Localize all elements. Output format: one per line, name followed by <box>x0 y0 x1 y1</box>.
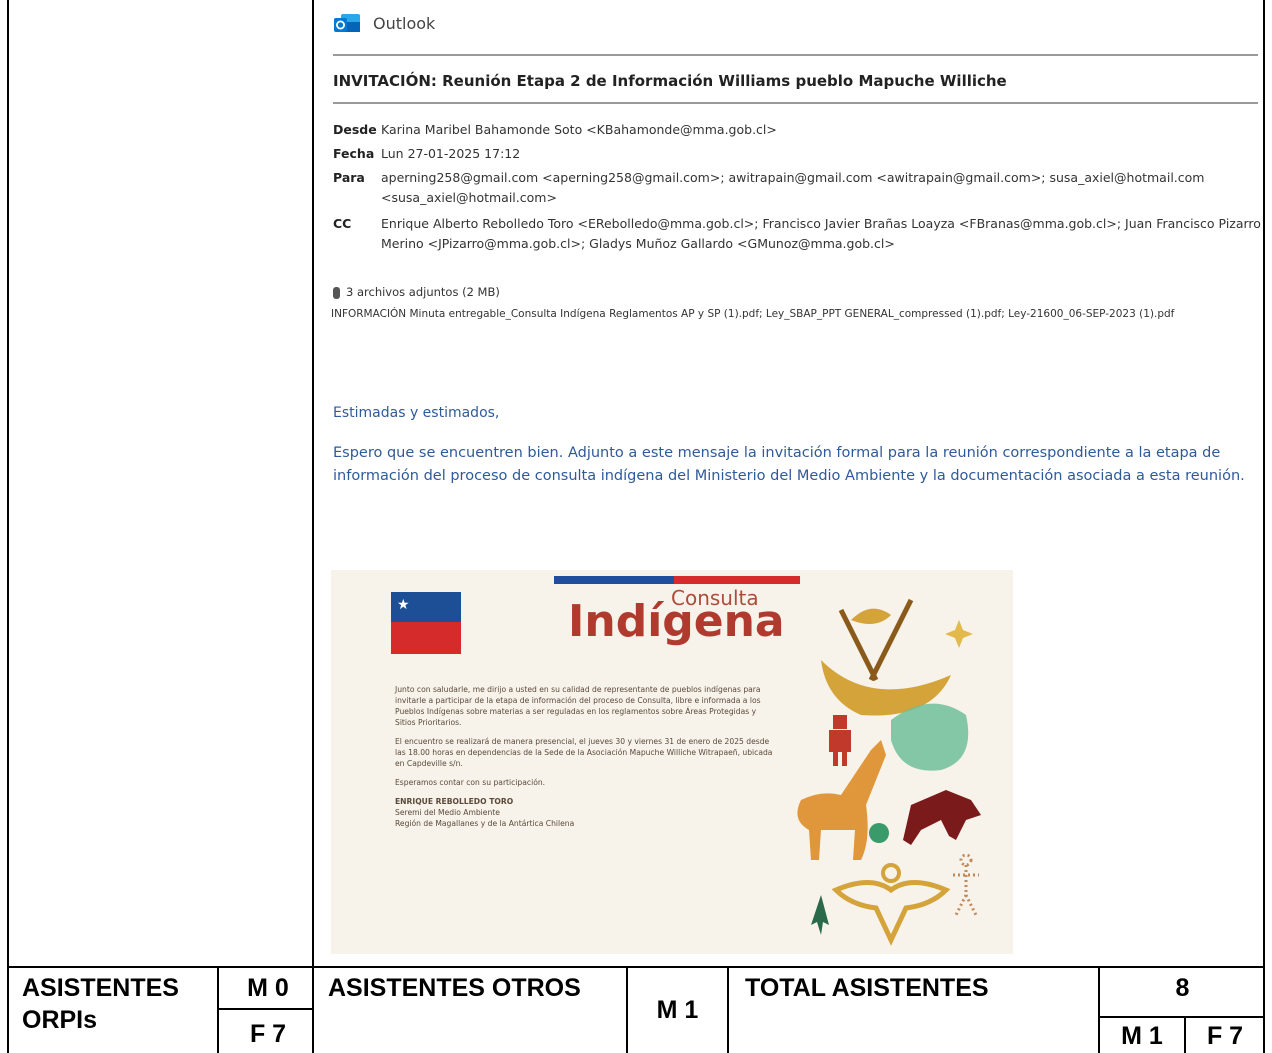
otros-m-divider <box>727 966 729 1053</box>
table-right-border <box>1263 0 1265 1053</box>
flag-bar-red <box>674 576 800 584</box>
app-name: Outlook <box>373 14 436 33</box>
invitation-title-big: Indígena <box>568 596 785 647</box>
paperclip-icon <box>333 286 340 299</box>
total-male-count: M 1 <box>1121 1022 1163 1050</box>
header-value: Lun 27-01-2025 17:12 <box>381 146 521 161</box>
canoe-figure-icon <box>821 598 951 716</box>
outlook-icon <box>334 14 360 32</box>
total-female-count: F 7 <box>1206 1022 1244 1050</box>
invitation-paragraph: Esperamos contar con su participación. <box>395 778 546 787</box>
otros-divider <box>626 966 628 1053</box>
attachments-summary[interactable]: 3 archivos adjuntos (2 MB) <box>333 285 500 299</box>
header-rule-top <box>333 54 1258 56</box>
orpis-mf-divider <box>217 1008 313 1010</box>
total-value: 8 <box>1175 974 1190 1002</box>
orpis-label: ASISTENTES ORPIs <box>22 974 179 1034</box>
email-body: Espero que se encuentren bien. Adjunto a… <box>333 445 1245 484</box>
total-label: TOTAL ASISTENTES <box>745 974 989 1002</box>
sparkle-icon <box>945 620 973 648</box>
arrowhead-icon <box>811 895 829 935</box>
invitation-text: Junto con saludarle, me dirijo a usted e… <box>395 684 777 829</box>
otros-label: ASISTENTES OTROS <box>328 974 581 1002</box>
llama-icon <box>797 740 886 860</box>
header-value[interactable]: Karina Maribel Bahamonde Soto <KBahamond… <box>381 120 1261 140</box>
orpis-female-count: F 7 <box>249 1020 287 1048</box>
email-panel: Outlook INVITACIÓN: Reunión Etapa 2 de I… <box>313 0 1263 966</box>
green-dot-icon <box>869 823 889 843</box>
signer-name: ENRIQUE REBOLLEDO TORO <box>395 797 514 806</box>
animal-figure-icon <box>903 790 981 845</box>
indigenous-illustrations <box>797 598 981 946</box>
green-knot-icon <box>891 703 969 771</box>
otros-male-count: M 1 <box>656 996 699 1024</box>
table-row-divider <box>7 966 1265 968</box>
email-subject: INVITACIÓN: Reunión Etapa 2 de Informaci… <box>333 72 1007 90</box>
table-left-border <box>7 0 9 1053</box>
signer-region: Región de Magallanes y de la Antártica C… <box>395 819 575 828</box>
invitation-paragraph: Junto con saludarle, me dirijo a usted e… <box>395 685 761 727</box>
star-icon: ★ <box>397 597 410 613</box>
signer-title: Seremi del Medio Ambiente <box>395 808 500 817</box>
attachments-list[interactable]: INFORMACIÓN Minuta entregable_Consulta I… <box>331 306 1231 323</box>
header-value[interactable]: Enrique Alberto Rebolledo Toro <ERebolle… <box>381 214 1261 254</box>
email-greeting: Estimadas y estimados, <box>333 405 500 421</box>
bird-figure-icon <box>831 863 951 946</box>
header-key: CC <box>333 216 352 231</box>
flag-bar-blue <box>554 576 674 584</box>
small-figure-icon <box>829 715 851 766</box>
header-key: Fecha <box>333 146 375 161</box>
total-mf-divider <box>1098 1016 1265 1018</box>
header-key: Para <box>333 170 365 185</box>
header-key: Desde <box>333 122 377 137</box>
government-logo: ★ <box>391 592 461 654</box>
orpis-male-count: M 0 <box>247 974 289 1002</box>
attachments-label: 3 archivos adjuntos (2 MB) <box>346 285 500 299</box>
header-value[interactable]: aperning258@gmail.com <aperning258@gmail… <box>381 168 1261 208</box>
stick-figure-icon <box>953 853 979 916</box>
invitation-paragraph: El encuentro se realizará de manera pres… <box>395 737 773 768</box>
invitation-image: ★ Consulta Indígena Junto con saludarle,… <box>331 570 1013 954</box>
header-rule-bottom <box>333 102 1258 104</box>
